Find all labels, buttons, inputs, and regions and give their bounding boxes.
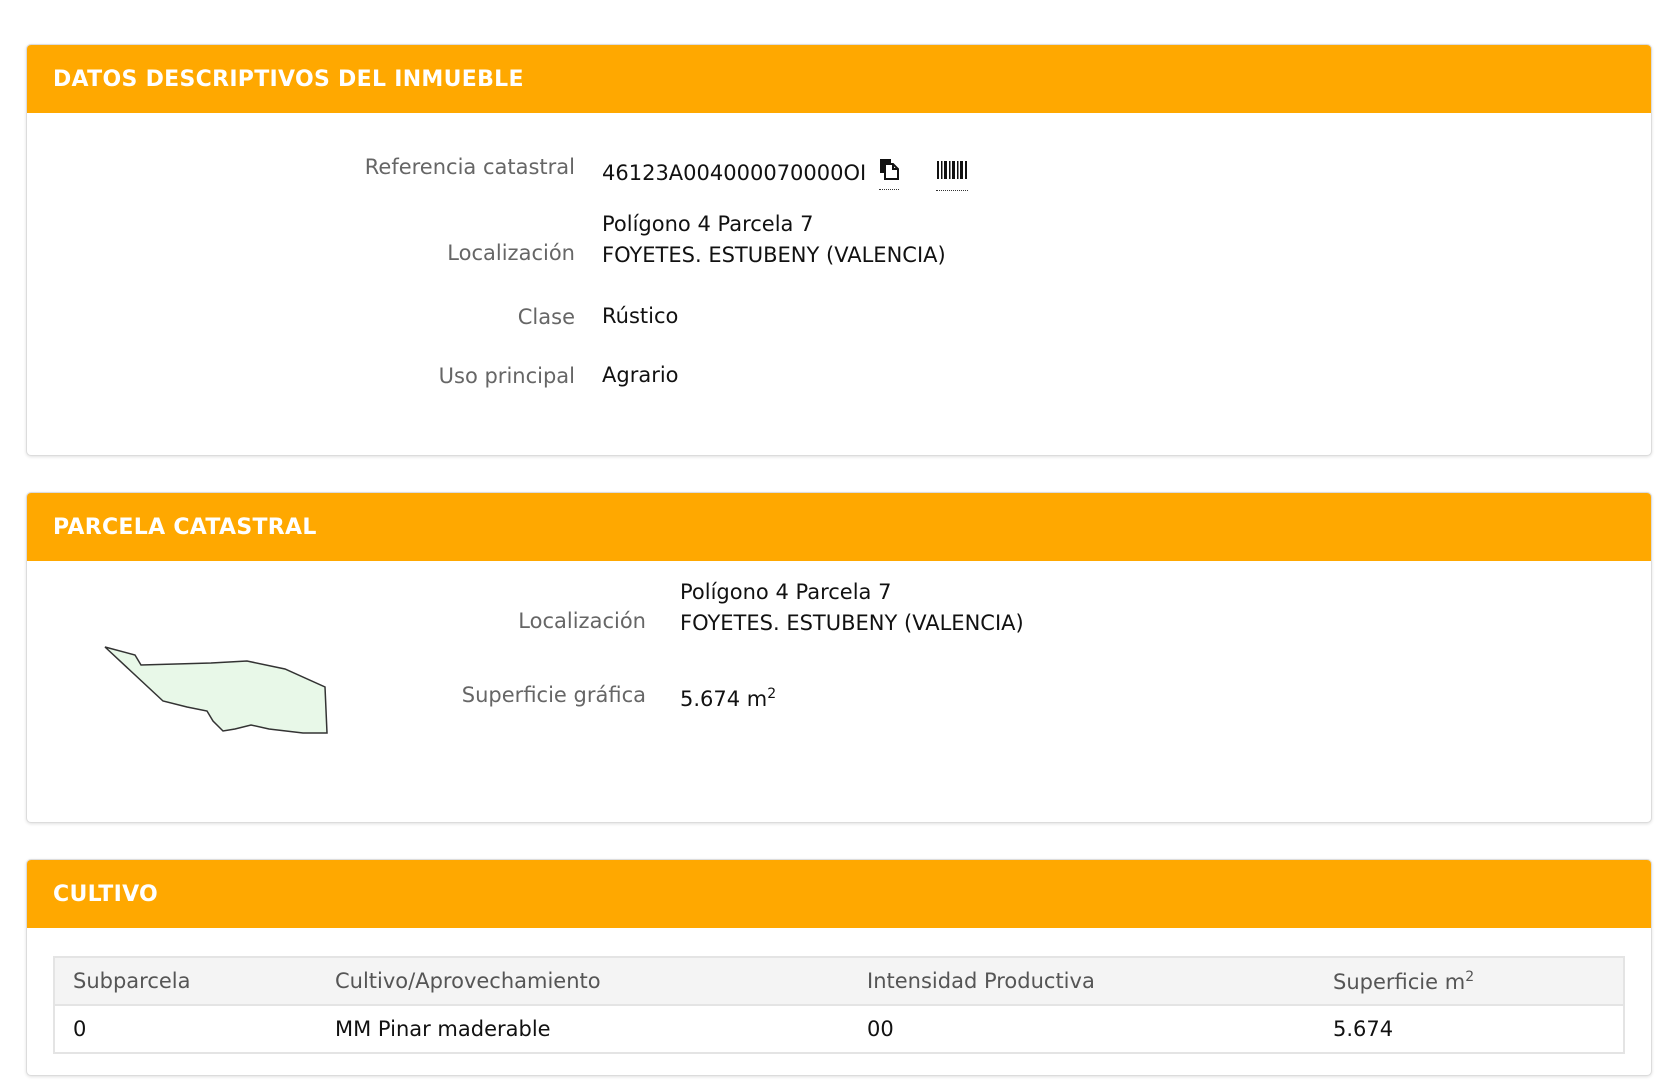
col-cultivo: Cultivo/Aprovechamiento (317, 958, 849, 1006)
cultivo-table: Subparcela Cultivo/Aprovechamiento Inten… (55, 958, 1623, 1052)
sup-value: 5.674 m2 (680, 679, 776, 715)
ref-label: Referencia catastral (364, 155, 575, 179)
parcela-loc-label: Localización (518, 609, 646, 633)
datos-title: DATOS DESCRIPTIVOS DEL INMUEBLE (53, 66, 524, 92)
ref-value: 46123A004000070000OI (602, 161, 867, 185)
loc-label: Localización (447, 241, 575, 265)
datos-header: DATOS DESCRIPTIVOS DEL INMUEBLE (27, 45, 1651, 113)
parcela-title: PARCELA CATASTRAL (53, 514, 317, 540)
cultivo-title: CULTIVO (53, 881, 159, 907)
parcela-loc-value: Polígono 4 Parcela 7 FOYETES. ESTUBENY (… (680, 577, 1024, 639)
cell-subparcela: 0 (73, 1017, 87, 1041)
sup-number: 5.674 m (680, 687, 768, 711)
col-superficie: Superficie m2 (1315, 958, 1623, 1006)
cell-intensidad: 00 (867, 1017, 894, 1041)
cell-cultivo: MM Pinar maderable (335, 1017, 551, 1041)
parcela-panel: PARCELA CATASTRAL Localización Polígono … (26, 492, 1652, 823)
barcode-icon[interactable] (935, 157, 968, 191)
loc-line1: Polígono 4 Parcela 7 (602, 212, 814, 236)
uso-value: Agrario (602, 363, 679, 387)
sup-exponent: 2 (767, 686, 777, 702)
cultivo-header: CULTIVO (27, 860, 1651, 928)
parcela-header: PARCELA CATASTRAL (27, 493, 1651, 561)
col-superficie-exp: 2 (1465, 968, 1475, 985)
clase-value: Rústico (602, 304, 679, 328)
col-intensidad: Intensidad Productiva (849, 958, 1315, 1006)
copy-icon[interactable] (878, 158, 899, 190)
clase-label: Clase (517, 305, 575, 329)
col-subparcela: Subparcela (55, 958, 317, 1006)
table-row: 0 MM Pinar maderable 00 5.674 (55, 1005, 1623, 1052)
parcel-shape[interactable] (97, 643, 357, 753)
parcela-loc-line1: Polígono 4 Parcela 7 (680, 580, 892, 604)
cultivo-panel: CULTIVO Subparcela Cultivo/Aprovechamien… (26, 859, 1652, 1076)
table-header-row: Subparcela Cultivo/Aprovechamiento Inten… (55, 958, 1623, 1006)
parcela-loc-line2: FOYETES. ESTUBENY (VALENCIA) (680, 611, 1024, 635)
uso-label: Uso principal (438, 364, 575, 388)
cell-superficie: 5.674 (1333, 1017, 1394, 1041)
datos-panel: DATOS DESCRIPTIVOS DEL INMUEBLE Referenc… (26, 44, 1652, 456)
loc-line2: FOYETES. ESTUBENY (VALENCIA) (602, 243, 946, 267)
sup-label: Superficie gráfica (461, 683, 646, 707)
cultivo-table-wrap: Subparcela Cultivo/Aprovechamiento Inten… (53, 956, 1625, 1054)
loc-value: Polígono 4 Parcela 7 FOYETES. ESTUBENY (… (602, 209, 946, 271)
ref-value-row: 46123A004000070000OI (602, 157, 968, 191)
col-superficie-label: Superficie m (1333, 969, 1466, 994)
